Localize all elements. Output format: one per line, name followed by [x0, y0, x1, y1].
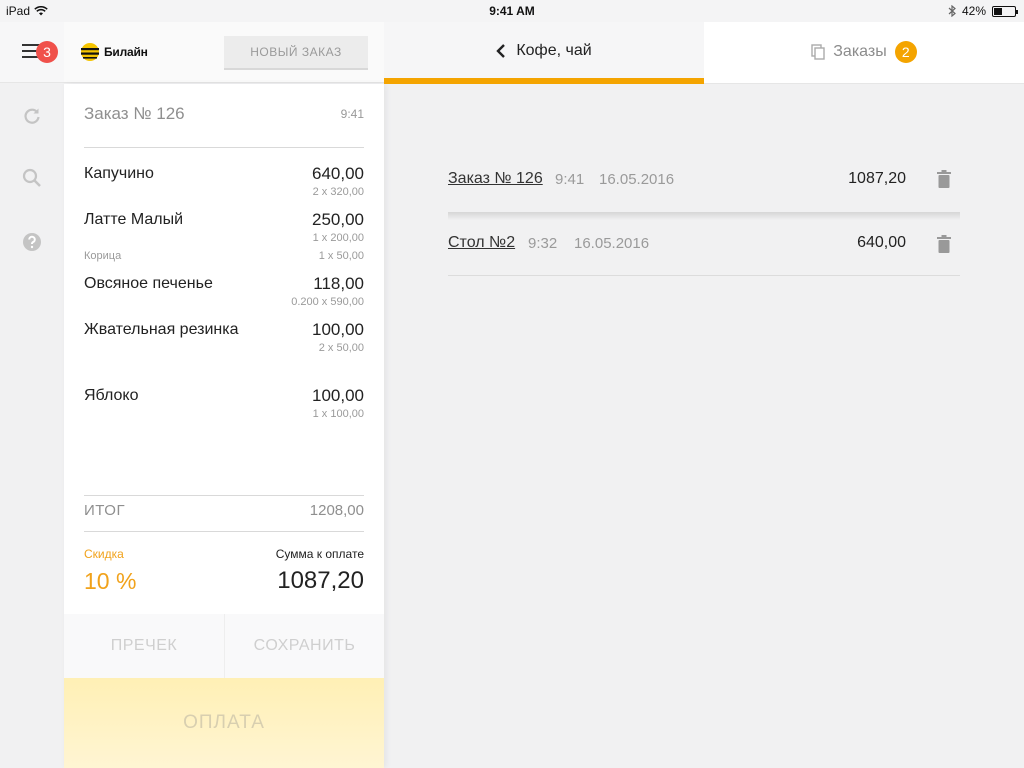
item-modifier-qty: 1 x 50,00 [318, 250, 364, 262]
item-name: Жвательная резинка [84, 321, 239, 338]
order-item[interactable]: Овсяное печенье 118,00 0.200 x 590,00 [84, 274, 364, 308]
left-rail: 3 [0, 22, 64, 768]
item-price: 100,00 [312, 320, 364, 339]
battery-icon [992, 5, 1018, 17]
item-qty: 2 x 50,00 [318, 342, 364, 354]
order-list-row[interactable]: Заказ № 126 9:41 16.05.2016 1087,20 [448, 148, 960, 212]
tab-orders-label: Заказы [833, 43, 887, 60]
copy-icon [811, 44, 825, 60]
menu-badge: 3 [36, 41, 58, 63]
search-icon[interactable] [22, 168, 42, 188]
order-title: Заказ № 126 [84, 104, 185, 123]
order-list-row[interactable]: Стол №2 9:32 16.05.2016 640,00 [448, 220, 960, 276]
item-name: Овсяное печенье [84, 275, 213, 292]
precheck-button[interactable]: ПРЕЧЕК [64, 614, 224, 678]
beeline-logo-icon [81, 43, 99, 61]
total-value: 1208,00 [309, 502, 364, 519]
order-row-date: 16.05.2016 [574, 235, 650, 252]
battery-percent: 42% [961, 4, 986, 18]
item-qty: 2 x 320,00 [312, 186, 364, 198]
pay-button[interactable]: ОПЛАТА [64, 678, 384, 768]
order-actions: ПРЕЧЕК СОХРАНИТЬ [64, 614, 384, 678]
item-qty: 1 x 100,00 [312, 408, 364, 420]
order-item[interactable]: Яблоко 100,00 1 x 100,00 [84, 386, 364, 420]
order-row-date: 16.05.2016 [599, 171, 675, 188]
order-row-amount: 1087,20 [848, 170, 906, 187]
order-time: 9:41 [340, 107, 364, 121]
item-price: 100,00 [312, 386, 364, 405]
order-link[interactable]: Стол №2 [448, 234, 515, 252]
battery-level [994, 7, 1002, 15]
item-price: 118,00 [313, 274, 364, 293]
order-row-amount: 640,00 [857, 234, 906, 251]
help-icon[interactable] [22, 232, 42, 252]
order-panel: Заказ № 126 9:41 Капучино 640,00 2 x 320… [64, 84, 384, 768]
item-name: Латте Малый [84, 211, 184, 228]
trash-icon[interactable] [936, 170, 952, 188]
item-price: 250,00 [312, 210, 364, 229]
item-name: Яблоко [84, 387, 139, 404]
logo-text: Билайн [104, 45, 148, 59]
total-label: ИТОГ [84, 502, 126, 519]
order-item[interactable]: Жвательная резинка 100,00 2 x 50,00 [84, 320, 364, 354]
orders-count-badge: 2 [894, 41, 917, 63]
item-qty: 0.200 x 590,00 [291, 296, 364, 308]
order-item[interactable]: Капучино 640,00 2 x 320,00 [84, 164, 364, 198]
divider [84, 147, 364, 148]
order-row-time: 9:41 [555, 171, 585, 188]
discount-label[interactable]: Скидка [84, 547, 124, 561]
order-link[interactable]: Заказ № 126 [448, 170, 543, 188]
trash-icon[interactable] [936, 235, 952, 253]
total-row: ИТОГ 1208,00 [84, 502, 364, 520]
status-time: 9:41 AM [489, 4, 535, 18]
order-header: Билайн НОВЫЙ ЗАКАЗ [64, 22, 384, 83]
divider [84, 531, 364, 532]
item-qty: 1 x 200,00 [312, 232, 364, 244]
rail-header: 3 [0, 22, 64, 83]
save-button[interactable]: СОХРАНИТЬ [224, 614, 384, 678]
bluetooth-icon [948, 5, 956, 17]
item-modifier: Корица [84, 250, 122, 262]
order-row-time: 9:32 [528, 235, 558, 252]
to-pay-value: 1087,20 [277, 567, 364, 594]
tab-orders[interactable]: Заказы 2 [704, 22, 1024, 84]
tab-back-label: Кофе, чай [516, 42, 592, 59]
tab-category-back[interactable]: Кофе, чай [384, 22, 704, 84]
row-divider [448, 212, 960, 220]
tab-bar: Кофе, чай Заказы 2 [384, 22, 1024, 84]
discount-value[interactable]: 10 % [84, 568, 136, 595]
refresh-icon[interactable] [22, 106, 42, 126]
chevron-left-icon [496, 44, 506, 58]
status-bar: iPad 9:41 AM 42% [0, 0, 1024, 22]
new-order-button[interactable]: НОВЫЙ ЗАКАЗ [224, 36, 368, 70]
to-pay-label: Сумма к оплате [275, 547, 364, 561]
order-item[interactable]: Латте Малый 250,00 1 x 200,00 Корица 1 x… [84, 210, 364, 262]
item-name: Капучино [84, 165, 154, 182]
orders-list: Заказ № 126 9:41 16.05.2016 1087,20 Стол… [448, 148, 960, 276]
beeline-logo: Билайн [80, 42, 148, 62]
item-price: 640,00 [312, 164, 364, 183]
divider [84, 495, 364, 496]
